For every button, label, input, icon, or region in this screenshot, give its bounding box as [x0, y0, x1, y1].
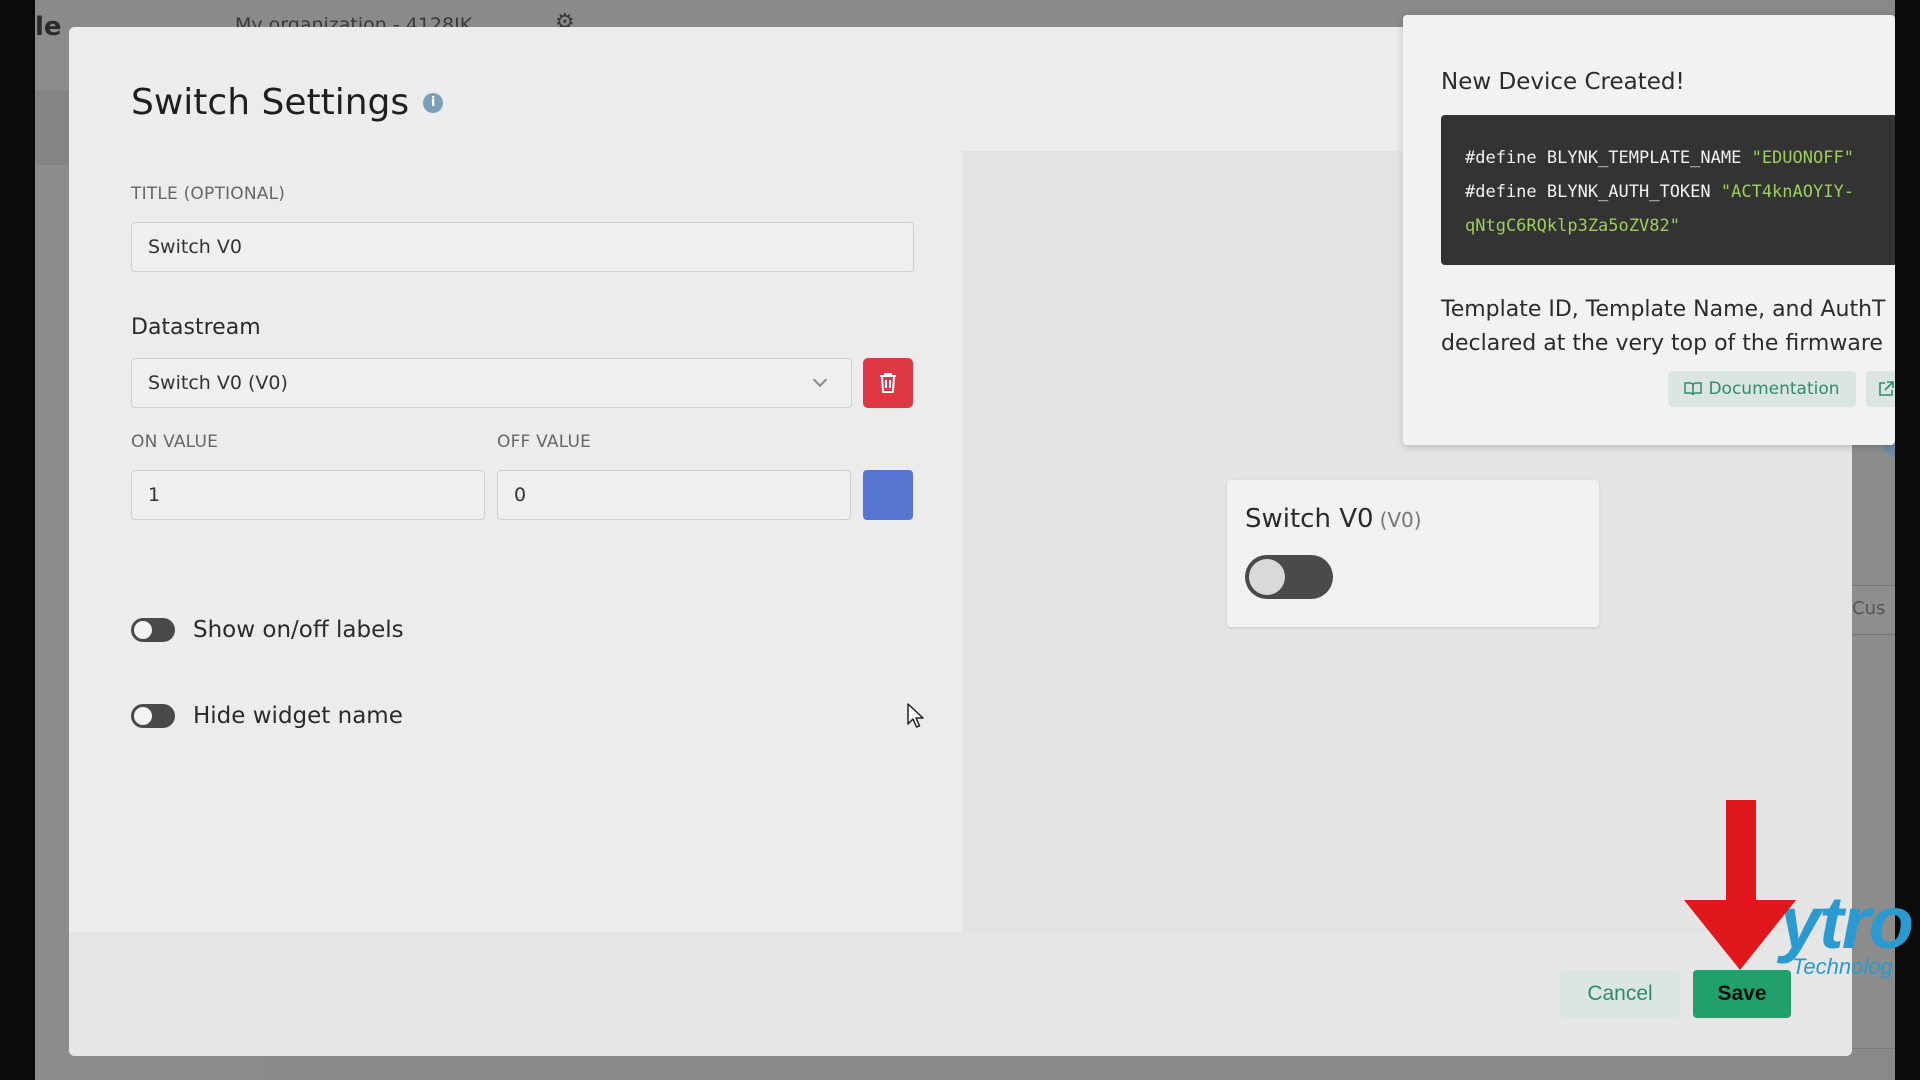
datastream-select[interactable]: Switch V0 (V0) — [131, 358, 852, 408]
firmware-code-block[interactable]: #define BLYNK_TEMPLATE_NAME "EDUONOFF" #… — [1441, 115, 1895, 265]
new-device-notification: New Device Created! #define BLYNK_TEMPLA… — [1403, 15, 1895, 445]
cancel-button[interactable]: Cancel — [1560, 970, 1680, 1018]
code-line: #define BLYNK_TEMPLATE_NAME "EDUONOFF" — [1465, 148, 1854, 168]
delete-datastream-button[interactable] — [863, 358, 913, 408]
hide-name-toggle[interactable] — [131, 704, 175, 728]
off-value-input[interactable]: 0 — [497, 470, 851, 520]
switch-widget-preview: Switch V0 (V0) — [1227, 480, 1599, 627]
title-input[interactable]: Switch V0 — [131, 222, 914, 272]
color-picker-button[interactable] — [863, 470, 913, 520]
show-labels-toggle[interactable] — [131, 618, 175, 642]
settings-panel: Switch Settings i TITLE (OPTIONAL) Switc… — [69, 27, 962, 932]
watermark-subtext: Technolog — [1792, 954, 1893, 979]
widget-switch-knob — [1249, 559, 1285, 595]
widget-switch[interactable] — [1245, 555, 1333, 599]
annotation-arrow-icon — [1684, 800, 1796, 970]
trash-icon — [880, 373, 896, 393]
off-value-label: OFF VALUE — [497, 432, 592, 452]
title-field-label: TITLE (OPTIONAL) — [131, 184, 286, 204]
widget-title: Switch V0 (V0) — [1245, 504, 1422, 534]
widget-name: Switch V0 — [1245, 504, 1374, 534]
mouse-cursor-icon — [907, 703, 924, 728]
external-link-button[interactable] — [1866, 371, 1895, 407]
notification-description: Template ID, Template Name, and AuthT de… — [1441, 297, 1886, 356]
notification-title: New Device Created! — [1441, 69, 1685, 95]
book-icon — [1684, 382, 1703, 396]
datastream-selected-value: Switch V0 (V0) — [148, 372, 288, 394]
show-labels-toggle-row[interactable]: Show on/off labels — [131, 617, 404, 643]
chevron-down-icon — [812, 372, 828, 388]
code-line: #define BLYNK_AUTH_TOKEN "ACT4knAOYIY- — [1465, 182, 1854, 202]
on-value-input[interactable]: 1 — [131, 470, 485, 520]
modal-header: Switch Settings i — [131, 82, 444, 123]
info-icon[interactable]: i — [423, 92, 444, 113]
datastream-label: Datastream — [131, 315, 261, 340]
background-logo: le — [35, 12, 62, 42]
widget-pin: (V0) — [1379, 508, 1422, 532]
hide-name-label: Hide widget name — [193, 703, 403, 729]
on-value-label: ON VALUE — [131, 432, 219, 452]
external-link-icon — [1879, 381, 1894, 396]
documentation-label: Documentation — [1708, 379, 1840, 399]
show-labels-label: Show on/off labels — [193, 617, 404, 643]
modal-title: Switch Settings — [131, 82, 410, 123]
documentation-button[interactable]: Documentation — [1668, 371, 1856, 407]
hide-name-toggle-row[interactable]: Hide widget name — [131, 703, 403, 729]
code-line: qNtgC6RQklp3Za5oZV82" — [1465, 216, 1680, 236]
background-custom-button: Cus — [1845, 585, 1895, 635]
